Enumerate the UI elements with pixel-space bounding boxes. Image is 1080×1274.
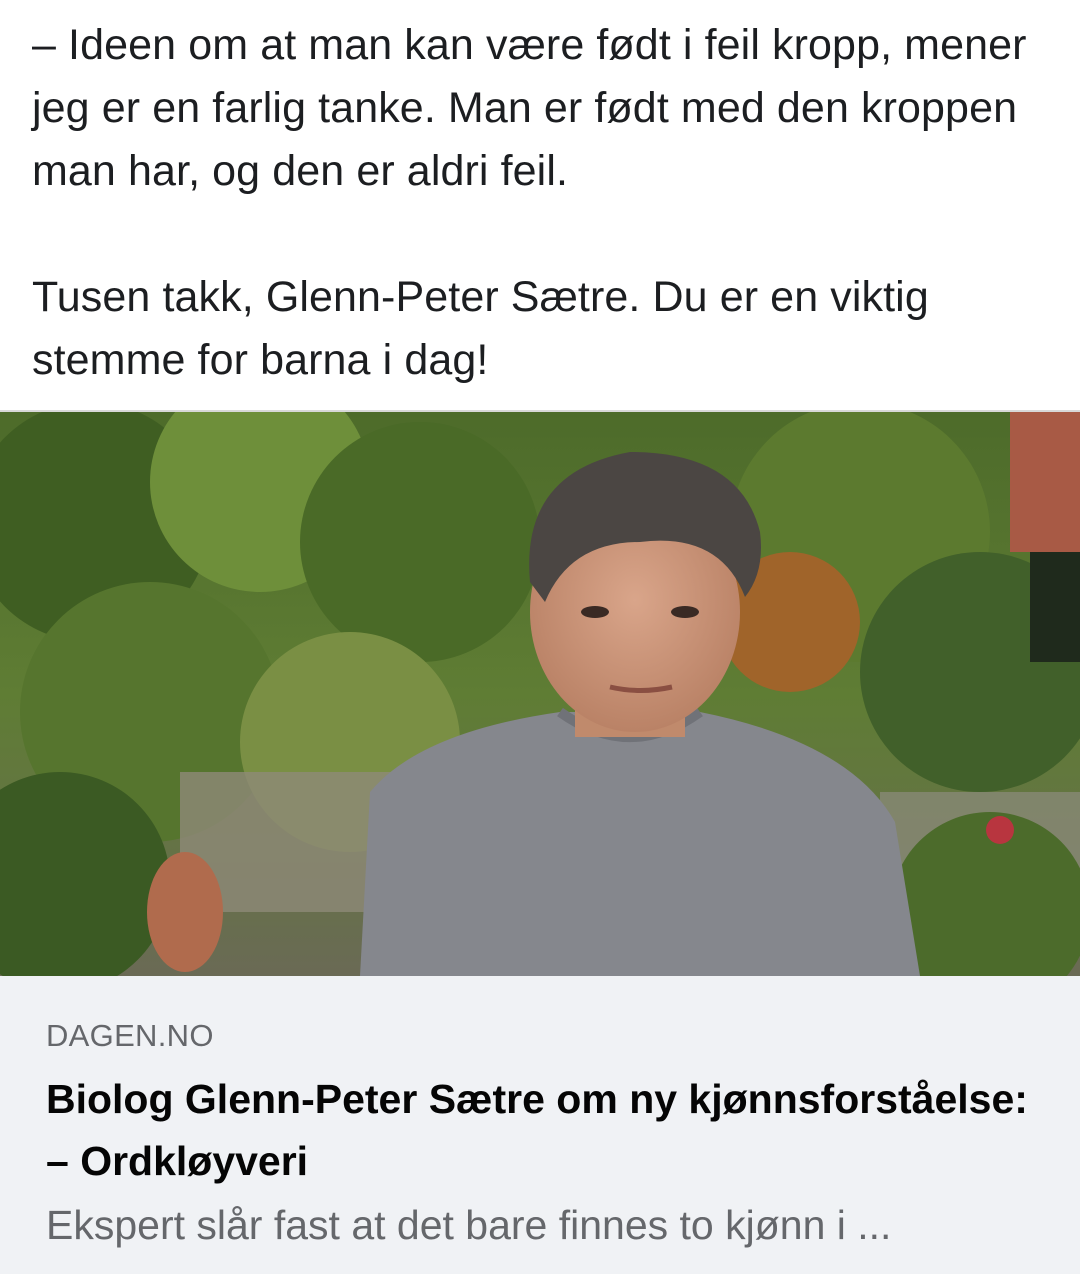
photo-of-man-in-garden-icon [0, 412, 1080, 976]
post-thanks: Tusen takk, Glenn-Peter Sætre. Du er en … [32, 273, 929, 384]
link-description: Ekspert slår fast at det bare finnes to … [46, 1202, 892, 1248]
link-preview-image[interactable] [0, 410, 1080, 976]
link-preview-card[interactable]: DAGEN.NO Biolog Glenn-Peter Sætre om ny … [0, 410, 1080, 1274]
link-preview-meta[interactable]: DAGEN.NO Biolog Glenn-Peter Sætre om ny … [0, 976, 1080, 1274]
post-text: – Ideen om at man kan være født i feil k… [32, 14, 1052, 392]
link-headline[interactable]: Biolog Glenn-Peter Sætre om ny kjønnsfor… [46, 1068, 1046, 1192]
post-quote: – Ideen om at man kan være født i feil k… [32, 21, 1027, 195]
link-domain: DAGEN.NO [46, 1018, 214, 1053]
